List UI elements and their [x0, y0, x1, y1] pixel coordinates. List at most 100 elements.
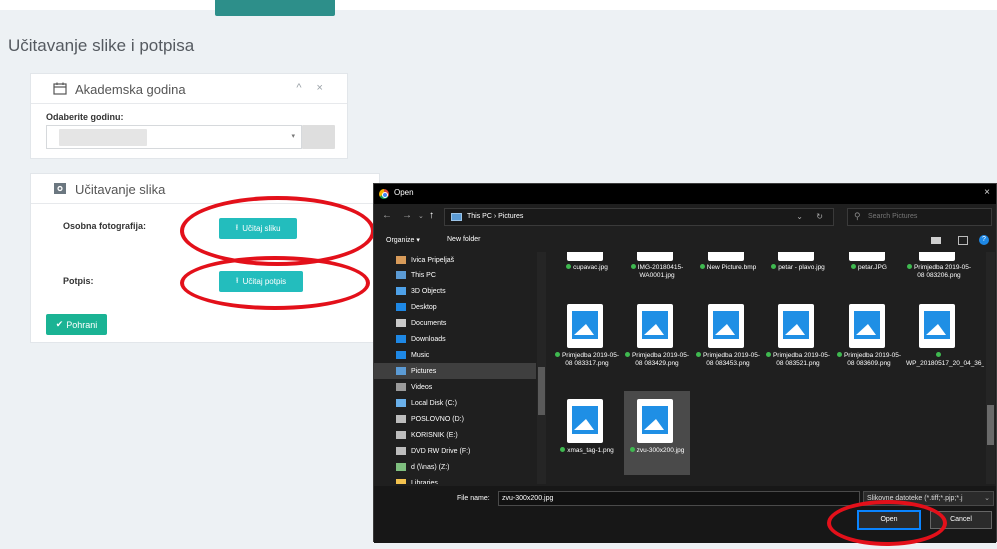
nav-item-label: 3D Objects [411, 287, 446, 295]
open-button[interactable]: Open [857, 510, 921, 530]
up-icon[interactable]: ↑ [429, 210, 434, 221]
dialog-title: Open [394, 188, 414, 197]
nav-item[interactable]: Music [396, 347, 429, 363]
image-thumbnail[interactable] [708, 252, 744, 261]
image-thumbnail [567, 399, 603, 443]
preview-pane-icon[interactable] [958, 236, 968, 245]
signature-label: Potpis: [63, 276, 94, 286]
upload-signature-button[interactable]: ⭱ Učitaj potpis [219, 271, 303, 292]
address-bar[interactable]: This PC › Pictures ⌄ ↻ [444, 208, 834, 226]
recent-dropdown-icon[interactable]: ⌄ [418, 212, 424, 220]
new-folder-button[interactable]: New folder [447, 236, 480, 243]
image-thumbnail[interactable] [778, 252, 814, 261]
scrollbar-thumb[interactable] [987, 405, 994, 445]
file-name-value: zvu-300x200.jpg [502, 495, 554, 502]
refresh-icon[interactable]: ↻ [816, 212, 823, 221]
nav-item-label: Libraries [411, 479, 438, 485]
file-type-select[interactable]: Slikovne datoteke (*.tiff;*.pjp;*.j ⌄ [863, 491, 994, 506]
top-action-button[interactable] [215, 0, 335, 16]
nav-item[interactable]: 3D Objects [396, 283, 446, 299]
save-button-label: Pohrani [66, 319, 98, 330]
nav-item[interactable]: Desktop [396, 299, 437, 315]
nav-item[interactable]: Pictures [374, 363, 536, 379]
sync-ok-icon [629, 447, 635, 452]
nav-item[interactable]: Documents [396, 315, 446, 331]
file-name: zvu-300x200.jpg [624, 447, 690, 455]
nav-item[interactable]: Downloads [396, 331, 446, 347]
sync-ok-icon [906, 264, 912, 269]
page-title: Učitavanje slike i potpisa [8, 36, 195, 55]
nav-item[interactable]: Libraries [396, 475, 438, 484]
nav-scrollbar[interactable] [537, 252, 546, 484]
file-name-input[interactable]: zvu-300x200.jpg [498, 491, 860, 506]
back-icon[interactable]: ← [382, 210, 392, 221]
folder-icon [396, 319, 406, 327]
file-tile[interactable]: Primjedba 2019-05-08 083317.png [554, 304, 620, 380]
sync-ok-icon [771, 264, 777, 269]
year-end-field[interactable] [302, 125, 335, 149]
upload-panel-title: Učitavanje slika [75, 182, 166, 197]
chevron-down-icon: ⌄ [984, 495, 990, 502]
upload-photo-button[interactable]: ⭱ Učitaj sliku [219, 218, 297, 239]
sync-ok-icon [935, 352, 941, 357]
nav-item[interactable]: Videos [396, 379, 432, 395]
image-icon [783, 311, 809, 339]
file-tile[interactable]: zvu-300x200.jpg [624, 391, 690, 475]
folder-icon [396, 351, 406, 359]
nav-item[interactable]: d (\\nas) (Z:) [396, 459, 450, 475]
image-thumbnail[interactable] [919, 252, 955, 261]
year-select[interactable]: ▾ [46, 125, 302, 149]
close-icon[interactable]: × [984, 187, 990, 198]
image-icon [924, 311, 950, 339]
nav-item[interactable]: Ivica Pripeljaš [396, 252, 454, 268]
sync-ok-icon [695, 352, 701, 357]
image-icon [572, 311, 598, 339]
cancel-button[interactable]: Cancel [930, 511, 992, 529]
file-tile[interactable]: Primjedba 2019-05-08 083429.png [624, 304, 690, 380]
sync-ok-icon [851, 264, 857, 269]
file-name: IMG-20180415-WA0001.jpg [624, 264, 690, 280]
chevron-down-icon[interactable]: ⌄ [796, 212, 803, 221]
search-icon: ⚲ [854, 211, 861, 221]
file-tile[interactable]: xmas_tag-1.png [554, 399, 620, 475]
sync-ok-icon [624, 352, 630, 357]
file-name: Primjedba 2019-05-08 083521.png [765, 352, 831, 368]
nav-item[interactable]: DVD RW Drive (F:) [396, 443, 470, 459]
file-type-value: Slikovne datoteke (*.tiff;*.pjp;*.j [867, 495, 963, 502]
scrollbar-thumb[interactable] [538, 367, 545, 415]
search-box[interactable]: ⚲ Search Pictures [847, 208, 992, 226]
nav-item-label: d (\\nas) (Z:) [411, 463, 450, 471]
image-icon [572, 406, 598, 434]
image-thumbnail[interactable] [567, 252, 603, 261]
nav-item[interactable]: KORISNIK (E:) [396, 427, 458, 443]
file-tile[interactable]: Primjedba 2019-05-08 083609.png [836, 304, 902, 380]
folder-icon [396, 383, 406, 391]
panel-tools[interactable]: ^ × [296, 82, 329, 94]
nav-item[interactable]: Local Disk (C:) [396, 395, 457, 411]
files-scrollbar[interactable] [986, 252, 995, 484]
image-thumbnail[interactable] [849, 252, 885, 261]
organize-menu[interactable]: Organize ▾ [386, 236, 420, 244]
folder-icon [396, 287, 406, 295]
view-icon[interactable] [931, 237, 941, 244]
file-tile[interactable]: Primjedba 2019-05-08 083453.png [695, 304, 761, 380]
nav-item-label: Pictures [411, 367, 437, 375]
folder-icon [396, 335, 406, 343]
image-icon [642, 406, 668, 434]
folder-icon [396, 256, 406, 264]
save-button[interactable]: ✔ Pohrani [46, 314, 107, 335]
address-path: This PC › Pictures [467, 213, 524, 220]
nav-item-label: Videos [411, 383, 433, 391]
forward-icon[interactable]: → [402, 210, 412, 221]
nav-item[interactable]: This PC [396, 267, 436, 283]
folder-icon [396, 399, 406, 407]
nav-item[interactable]: POSLOVNO (D:) [396, 411, 464, 427]
image-thumbnail [919, 304, 955, 348]
file-tile[interactable]: WP_20180517_20_04_36_Pro.jpg [906, 304, 984, 380]
file-tile[interactable]: Primjedba 2019-05-08 083521.png [765, 304, 831, 380]
image-icon [713, 311, 739, 339]
chrome-icon [379, 189, 389, 199]
sync-ok-icon [630, 264, 636, 269]
help-icon[interactable]: ? [979, 235, 989, 245]
image-thumbnail[interactable] [637, 252, 673, 261]
